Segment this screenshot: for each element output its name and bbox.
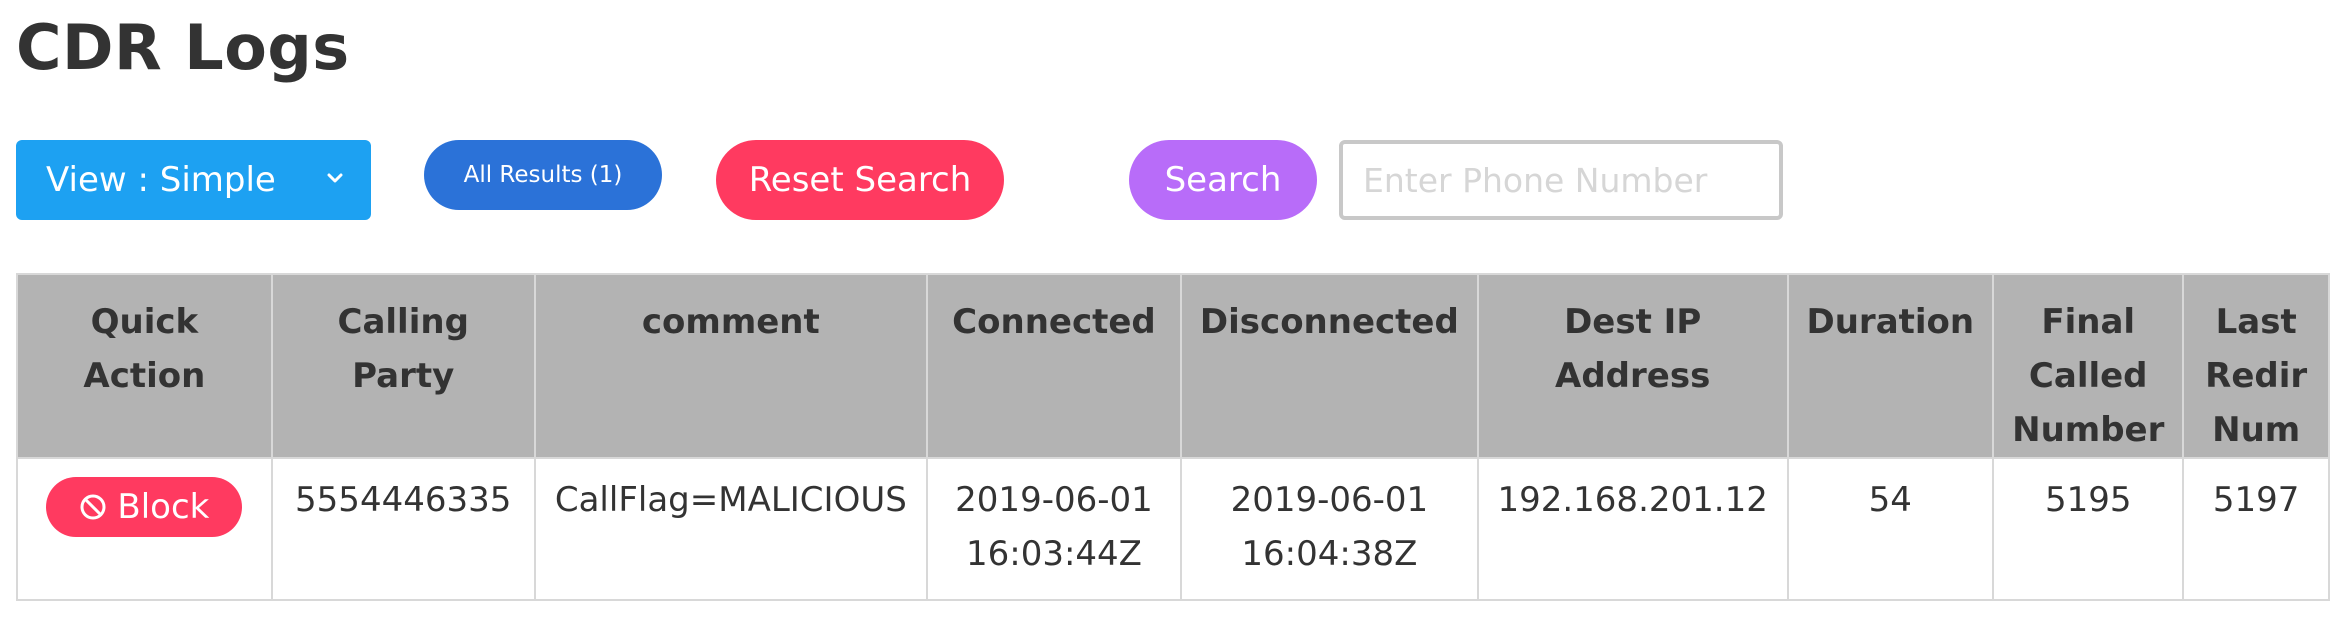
table-header-row: Quick Action Calling Party comment Conne… [16, 273, 2330, 459]
cell-comment: CallFlag=MALICIOUS [533, 457, 929, 601]
col-header-disconnected[interactable]: Disconnected [1179, 273, 1479, 459]
col-header-final-called[interactable]: Final Called Number [1992, 273, 2185, 459]
col-header-duration[interactable]: Duration [1786, 273, 1995, 459]
phone-number-input[interactable] [1339, 140, 1783, 220]
page-title: CDR Logs [16, 11, 350, 84]
cell-calling-party: 5554446335 [270, 457, 536, 601]
connected-date: 2019-06-01 [955, 480, 1153, 520]
all-results-button[interactable]: All Results (1) [424, 140, 662, 210]
cell-connected: 2019-06-01 16:03:44Z [926, 457, 1182, 601]
table-row: Block 5554446335 CallFlag=MALICIOUS 2019… [16, 457, 2330, 601]
cell-quick-action: Block [16, 457, 273, 601]
cell-duration: 54 [1786, 457, 1995, 601]
connected-time: 16:03:44Z [965, 534, 1142, 574]
reset-search-button[interactable]: Reset Search [716, 140, 1004, 220]
block-icon [80, 494, 106, 520]
search-button[interactable]: Search [1129, 140, 1317, 220]
col-header-connected[interactable]: Connected [926, 273, 1182, 459]
col-header-comment[interactable]: comment [533, 273, 929, 459]
cell-dest-ip: 192.168.201.12 [1476, 457, 1789, 601]
view-mode-dropdown[interactable]: View : Simple [16, 140, 371, 220]
cell-disconnected: 2019-06-01 16:04:38Z [1179, 457, 1479, 601]
chevron-down-icon [327, 173, 343, 183]
block-button[interactable]: Block [46, 477, 243, 537]
cell-last-redir: 5197 [2182, 457, 2330, 601]
block-button-label: Block [117, 487, 210, 527]
col-header-calling-party[interactable]: Calling Party [270, 273, 536, 459]
cdr-table: Quick Action Calling Party comment Conne… [16, 273, 2330, 601]
cell-final-called: 5195 [1992, 457, 2185, 601]
view-mode-label: View : Simple [46, 160, 276, 200]
disconnected-time: 16:04:38Z [1241, 534, 1418, 574]
col-header-quick-action[interactable]: Quick Action [16, 273, 273, 459]
col-header-dest-ip[interactable]: Dest IP Address [1476, 273, 1789, 459]
col-header-last-redir[interactable]: Last Redir Num [2182, 273, 2330, 459]
disconnected-date: 2019-06-01 [1230, 480, 1429, 520]
